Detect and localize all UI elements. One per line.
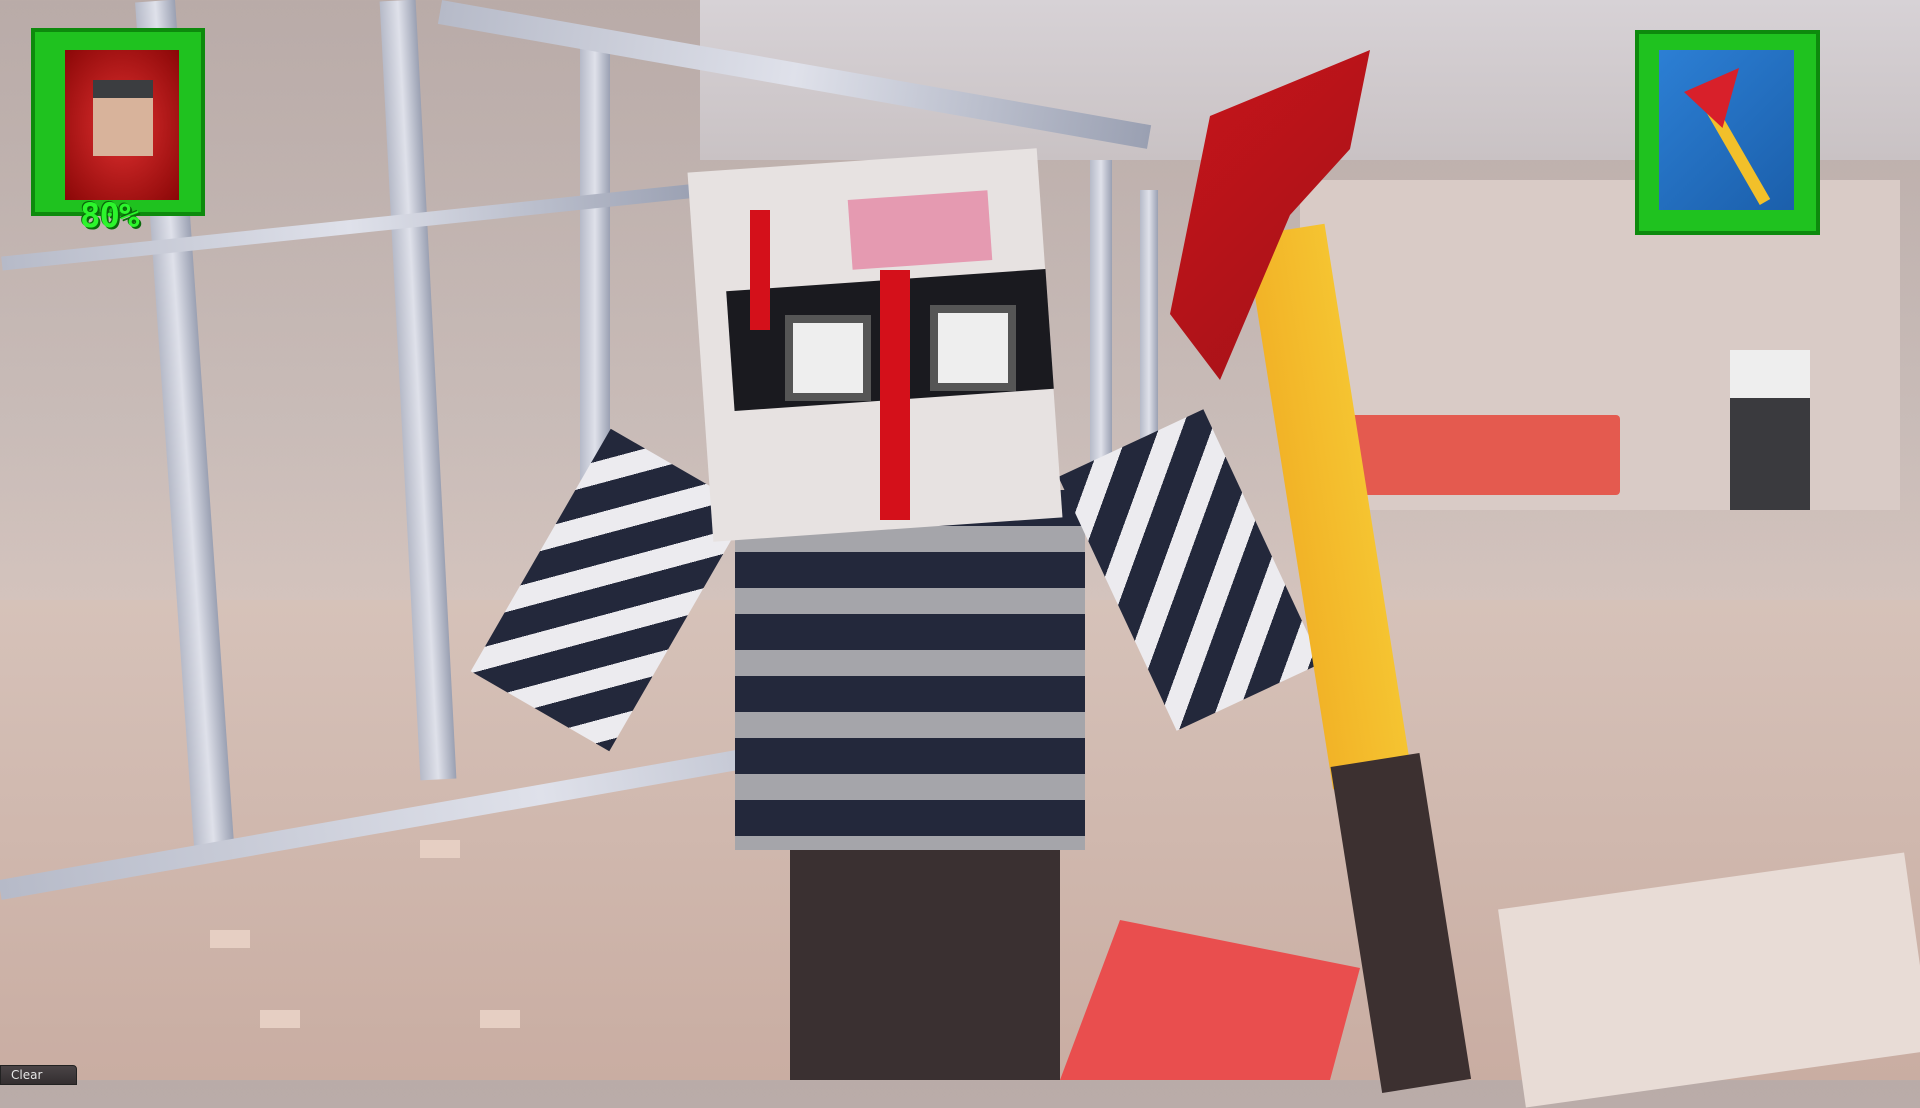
zombie-legs [790, 840, 1060, 1080]
debris [480, 1010, 520, 1028]
clear-button[interactable]: Clear [0, 1065, 77, 1085]
zombie-brain [847, 190, 993, 270]
player-portrait-frame [31, 28, 205, 216]
debris [420, 840, 460, 858]
blood-streak [880, 270, 910, 520]
debris [260, 1010, 300, 1028]
health-percentage: 80% [80, 196, 139, 236]
zombie-eye [930, 305, 1016, 391]
debris [210, 930, 250, 948]
survivor-portrait-icon [65, 50, 179, 200]
weapon-slot[interactable] [1635, 30, 1820, 235]
background-zombie [1730, 350, 1810, 510]
zombie-eye [785, 315, 871, 401]
zombie-torso [735, 490, 1085, 850]
red-sofa [1340, 415, 1620, 495]
fire-axe-icon [1659, 50, 1794, 210]
blood-streak [750, 210, 770, 330]
cell-bar [580, 30, 610, 480]
